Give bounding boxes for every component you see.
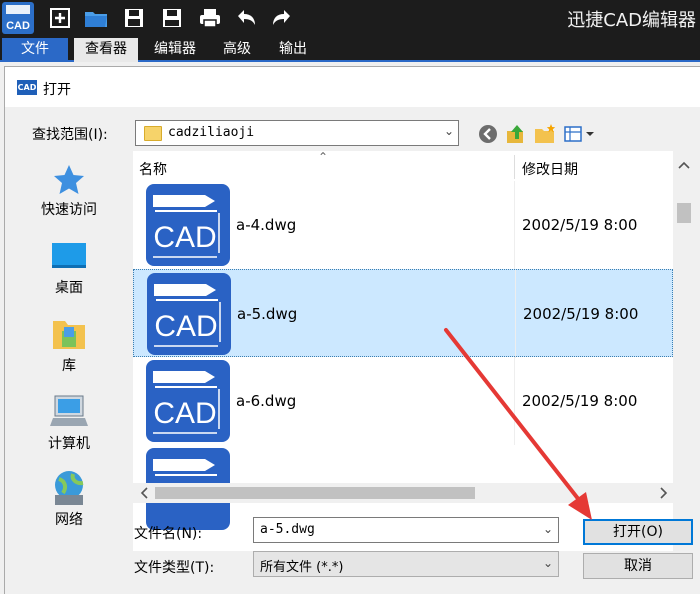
dialog-app-icon: CAD xyxy=(17,80,37,95)
tab-advanced[interactable]: 高级 xyxy=(212,38,262,62)
app-logo-icon[interactable]: CAD xyxy=(2,2,34,34)
place-label-network: 网络 xyxy=(55,512,83,528)
filename-input[interactable]: a-5.dwg ⌄ xyxy=(253,517,559,543)
place-network[interactable] xyxy=(5,469,133,511)
row-divider xyxy=(514,357,515,445)
horizontal-scrollbar[interactable] xyxy=(133,483,673,503)
svg-text:CAD: CAD xyxy=(153,221,216,254)
tab-output[interactable]: 输出 xyxy=(268,38,318,62)
file-name: a-5.dwg xyxy=(237,305,298,323)
star-icon xyxy=(54,165,84,194)
place-label-desktop: 桌面 xyxy=(55,280,83,296)
chevron-down-icon[interactable]: ⌄ xyxy=(543,556,553,570)
save-icon[interactable] xyxy=(120,4,148,32)
place-quick-access[interactable] xyxy=(5,163,133,201)
sort-ascending-icon: ⌃ xyxy=(318,151,329,164)
list-header: ⌃ 名称 修改日期 xyxy=(133,151,673,181)
place-desktop[interactable] xyxy=(5,241,133,275)
open-folder-icon[interactable] xyxy=(82,4,110,32)
network-icon xyxy=(55,471,84,505)
place-library[interactable] xyxy=(5,317,133,355)
look-in-label: 查找范围(I): xyxy=(32,127,108,143)
tab-editor[interactable]: 编辑器 xyxy=(144,38,206,62)
cancel-button[interactable]: 取消 xyxy=(583,553,693,579)
column-divider[interactable] xyxy=(514,155,515,179)
cad-file-icon: CAD xyxy=(146,184,230,266)
view-menu-icon[interactable] xyxy=(563,123,597,145)
scroll-up-icon[interactable] xyxy=(673,155,695,175)
back-icon[interactable] xyxy=(477,123,499,145)
chevron-down-icon[interactable]: ⌄ xyxy=(444,124,454,138)
row-divider xyxy=(515,270,516,358)
file-row-a6[interactable]: CAD a-6.dwg 2002/5/19 8:00 xyxy=(133,357,673,445)
place-label-library: 库 xyxy=(62,358,76,374)
file-date: 2002/5/19 8:00 xyxy=(523,305,639,323)
place-label-quick-access: 快速访问 xyxy=(41,202,97,218)
new-icon[interactable] xyxy=(46,4,74,32)
folder-icon xyxy=(144,126,162,141)
redo-icon[interactable] xyxy=(268,4,296,32)
up-folder-icon[interactable] xyxy=(505,123,527,145)
place-computer[interactable] xyxy=(5,393,133,433)
svg-text:CAD: CAD xyxy=(6,20,30,32)
scroll-right-icon[interactable] xyxy=(653,483,673,503)
cad-file-icon: CAD xyxy=(147,273,231,355)
filename-label: 文件名(N): xyxy=(134,526,203,542)
filetype-value: 所有文件 (*.*) xyxy=(260,560,344,575)
library-icon xyxy=(53,321,85,349)
horizontal-scrollbar-thumb[interactable] xyxy=(155,487,475,499)
column-header-name[interactable]: 名称 xyxy=(139,159,167,179)
menu-file[interactable]: 文件 xyxy=(2,38,68,62)
menu-bar: 文件 查看器 编辑器 高级 输出 xyxy=(0,36,700,62)
save-pdf-icon[interactable] xyxy=(158,4,186,32)
tab-viewer[interactable]: 查看器 xyxy=(74,38,138,62)
file-name: a-6.dwg xyxy=(236,392,297,410)
places-bar: 快速访问 桌面 库 计算机 网络 xyxy=(5,151,133,551)
cad-file-icon: CAD xyxy=(146,360,230,442)
scroll-left-icon[interactable] xyxy=(135,483,155,503)
open-button[interactable]: 打开(O) xyxy=(583,519,693,545)
vertical-scrollbar[interactable] xyxy=(673,151,695,551)
open-dialog: CAD 打开 查找范围(I): cadziliaoji ⌄ 快速访问 桌面 库 xyxy=(4,66,700,594)
file-name: a-4.dwg xyxy=(236,216,297,234)
undo-icon[interactable] xyxy=(232,4,260,32)
svg-text:CAD: CAD xyxy=(154,310,217,343)
print-icon[interactable] xyxy=(196,4,224,32)
dialog-titlebar: CAD 打开 xyxy=(5,67,700,107)
dialog-title: 打开 xyxy=(43,82,71,98)
column-header-date[interactable]: 修改日期 xyxy=(522,159,578,179)
look-in-value: cadziliaoji xyxy=(168,125,255,140)
filename-value: a-5.dwg xyxy=(260,522,315,537)
file-date: 2002/5/19 8:00 xyxy=(522,216,638,234)
app-title: 迅捷CAD编辑器 xyxy=(567,10,696,31)
scrollbar-thumb[interactable] xyxy=(677,203,691,223)
file-row-a4[interactable]: CAD a-4.dwg 2002/5/19 8:00 xyxy=(133,181,673,269)
look-in-dropdown[interactable]: cadziliaoji ⌄ xyxy=(135,120,459,146)
place-label-computer: 计算机 xyxy=(48,436,90,452)
new-folder-icon[interactable] xyxy=(533,123,556,145)
file-date: 2002/5/19 8:00 xyxy=(522,392,638,410)
filetype-label: 文件类型(T): xyxy=(134,560,215,576)
computer-icon xyxy=(50,395,88,426)
filetype-select[interactable]: 所有文件 (*.*) ⌄ xyxy=(253,551,559,577)
app-toolbar: CAD 迅捷CAD编辑器 xyxy=(0,0,700,36)
file-row-a5-selected[interactable]: CAD a-5.dwg 2002/5/19 8:00 xyxy=(133,269,673,358)
svg-text:CAD: CAD xyxy=(153,397,216,430)
row-divider xyxy=(514,181,515,269)
desktop-icon xyxy=(52,243,86,268)
chevron-down-icon[interactable]: ⌄ xyxy=(543,522,553,536)
